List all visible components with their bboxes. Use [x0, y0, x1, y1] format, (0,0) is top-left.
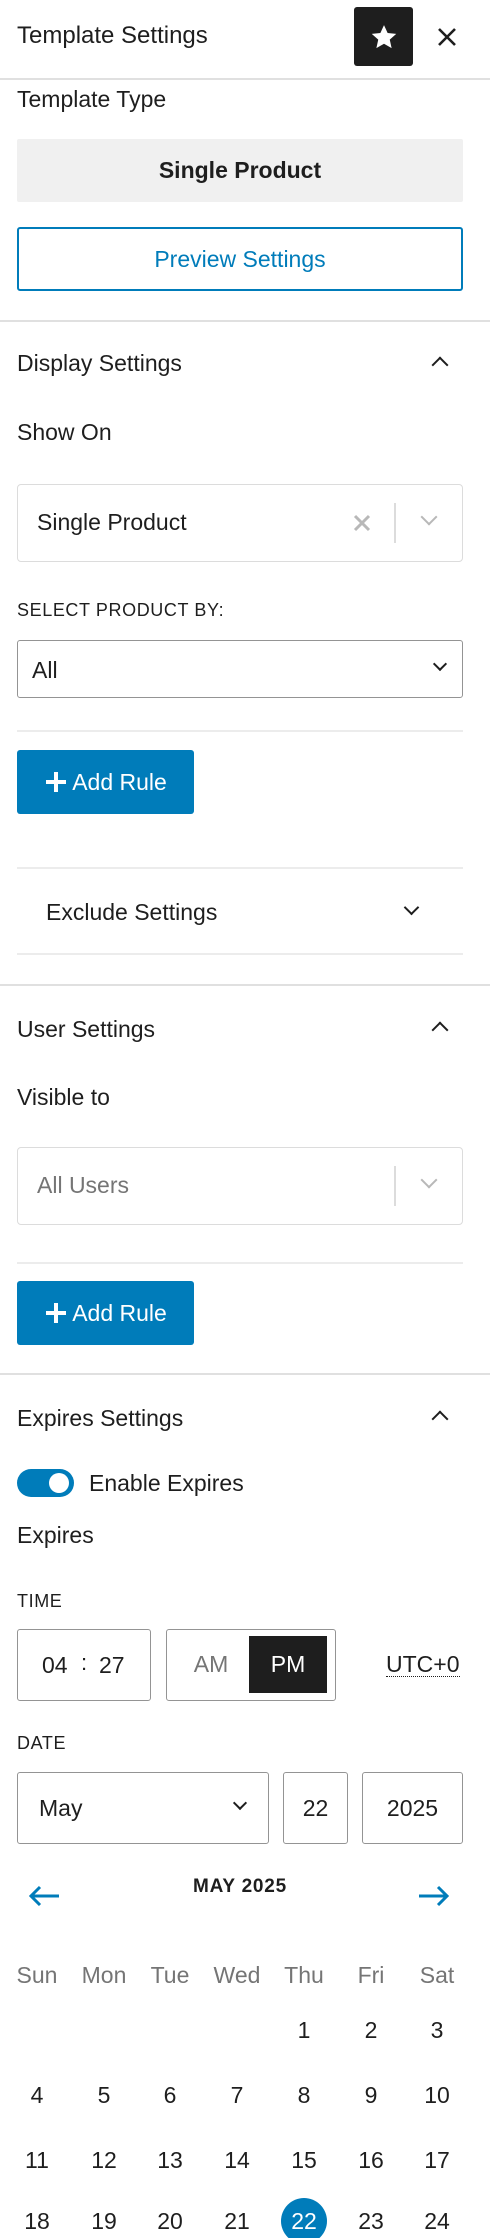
month-value: May: [39, 1795, 83, 1821]
select-product-by-dropdown[interactable]: All: [17, 640, 463, 698]
enable-expires-toggle[interactable]: [17, 1469, 74, 1497]
display-settings-title[interactable]: Display Settings: [17, 350, 182, 377]
favorite-button[interactable]: [354, 7, 413, 66]
show-on-select[interactable]: Single Product: [17, 484, 463, 562]
visible-to-label: Visible to: [17, 1084, 110, 1110]
calendar-day[interactable]: 20: [147, 2198, 193, 2238]
weekday-header: Thu: [284, 1962, 324, 1988]
calendar-day-selected[interactable]: 22: [281, 2198, 327, 2238]
pm-label: PM: [270, 1651, 306, 1677]
star-icon: [371, 24, 396, 48]
calendar-day[interactable]: 24: [414, 2198, 460, 2238]
hour-input[interactable]: 04: [42, 1652, 68, 1679]
add-user-rule-button[interactable]: Add Rule: [17, 1281, 194, 1345]
select-divider: [394, 1166, 396, 1206]
year-value: 2025: [386, 1794, 439, 1821]
weekday-header: Fri: [357, 1962, 385, 1988]
visible-to-placeholder: All Users: [37, 1172, 130, 1198]
panel-title: Template Settings: [17, 22, 208, 49]
calendar-day[interactable]: 7: [214, 2072, 260, 2118]
time-label: TIME: [17, 1591, 63, 1611]
select-divider: [394, 503, 396, 543]
chevron-down-icon: [432, 656, 448, 672]
calendar-day[interactable]: 18: [14, 2198, 60, 2238]
weekday-header: Mon: [81, 1962, 127, 1988]
template-type-value: Single Product: [17, 139, 463, 202]
calendar-day[interactable]: 21: [214, 2198, 260, 2238]
chevron-down-icon[interactable]: [420, 1171, 438, 1189]
time-input: 04 : 27: [17, 1629, 151, 1701]
weekday-header: Sun: [16, 1962, 58, 1988]
weekday-header: Wed: [213, 1962, 261, 1988]
calendar-day[interactable]: 23: [348, 2198, 394, 2238]
calendar-day[interactable]: 13: [147, 2137, 193, 2183]
expires-settings-collapse-icon[interactable]: [431, 1410, 449, 1428]
user-settings-title[interactable]: User Settings: [17, 1016, 155, 1043]
plus-icon: [46, 772, 67, 792]
calendar-day[interactable]: 17: [414, 2137, 460, 2183]
plus-icon: [46, 1303, 67, 1323]
calendar-day[interactable]: 6: [147, 2072, 193, 2118]
add-rule-button[interactable]: Add Rule: [17, 750, 194, 814]
show-on-label: Show On: [17, 419, 112, 445]
date-label: DATE: [17, 1733, 67, 1753]
pm-button[interactable]: PM: [249, 1636, 327, 1693]
close-icon: [438, 28, 456, 46]
am-pm-toggle: AM PM: [166, 1629, 336, 1701]
calendar-day[interactable]: 8: [281, 2072, 327, 2118]
calendar-day[interactable]: 16: [348, 2137, 394, 2183]
calendar-day[interactable]: 10: [414, 2072, 460, 2118]
show-on-value: Single Product: [37, 509, 187, 535]
am-button[interactable]: AM: [173, 1636, 249, 1693]
template-type-label: Template Type: [17, 86, 167, 112]
calendar-day[interactable]: 4: [14, 2072, 60, 2118]
weekday-header: Sat: [419, 1962, 455, 1988]
am-label: AM: [193, 1651, 229, 1677]
minute-input[interactable]: 27: [99, 1652, 125, 1679]
close-button[interactable]: [428, 18, 466, 56]
calendar-day[interactable]: 1: [281, 2007, 327, 2053]
select-product-by-value: All: [32, 657, 58, 683]
preview-settings-label: Preview Settings: [154, 245, 326, 272]
calendar-day[interactable]: 9: [348, 2072, 394, 2118]
chevron-down-icon: [232, 1795, 248, 1811]
calendar-day[interactable]: 12: [81, 2137, 127, 2183]
calendar-day[interactable]: 15: [281, 2137, 327, 2183]
weekday-header: Tue: [150, 1962, 190, 1988]
exclude-settings-title[interactable]: Exclude Settings: [46, 899, 217, 926]
day-input[interactable]: 22: [283, 1772, 348, 1844]
chevron-down-icon[interactable]: [420, 508, 438, 526]
enable-expires-label: Enable Expires: [89, 1470, 244, 1496]
toggle-knob: [49, 1473, 69, 1493]
year-input[interactable]: 2025: [362, 1772, 463, 1844]
preview-settings-button[interactable]: Preview Settings: [17, 227, 463, 291]
exclude-settings-expand-icon[interactable]: [403, 899, 420, 916]
template-type-text: Single Product: [158, 157, 322, 183]
calendar-day[interactable]: 11: [14, 2137, 60, 2183]
expires-label: Expires: [17, 1522, 94, 1548]
display-settings-collapse-icon[interactable]: [431, 356, 449, 374]
calendar-day[interactable]: 19: [81, 2198, 127, 2238]
time-separator: :: [81, 1650, 88, 1675]
expires-settings-title[interactable]: Expires Settings: [17, 1405, 183, 1432]
next-month-button[interactable]: [417, 1884, 453, 1914]
add-rule-label: Add Rule: [72, 1299, 167, 1326]
arrow-right-icon: [419, 1885, 450, 1907]
visible-to-select[interactable]: All Users: [17, 1147, 463, 1225]
clear-icon[interactable]: [352, 513, 372, 533]
month-select[interactable]: May: [17, 1772, 269, 1844]
calendar-day[interactable]: 3: [414, 2007, 460, 2053]
calendar-day[interactable]: 14: [214, 2137, 260, 2183]
calendar-day[interactable]: 2: [348, 2007, 394, 2053]
day-value: 22: [302, 1794, 329, 1821]
select-product-by-label: SELECT PRODUCT BY:: [17, 600, 225, 620]
user-settings-collapse-icon[interactable]: [431, 1021, 449, 1039]
calendar-day[interactable]: 5: [81, 2072, 127, 2118]
add-rule-label: Add Rule: [72, 768, 167, 795]
calendar-month-title: MAY 2025: [192, 1876, 288, 1897]
timezone-label[interactable]: UTC+0: [386, 1652, 460, 1677]
